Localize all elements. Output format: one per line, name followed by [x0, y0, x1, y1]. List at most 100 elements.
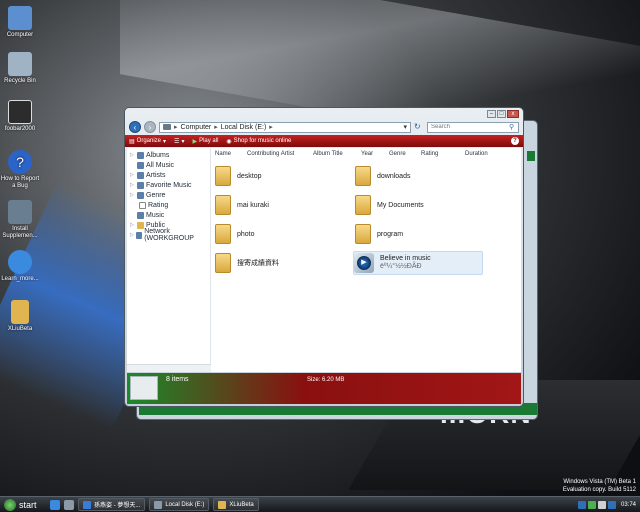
- list-item[interactable]: photo: [215, 222, 345, 246]
- search-input[interactable]: [431, 124, 509, 130]
- nav-item-all-music[interactable]: All Music: [127, 160, 210, 170]
- column-genre[interactable]: Genre: [389, 151, 421, 157]
- column-contributing-artist[interactable]: Contributing Artist: [247, 151, 313, 157]
- desktop-icon-learn-more[interactable]: Learn_more...: [0, 250, 40, 283]
- views-icon: ☰: [174, 138, 180, 145]
- views-button[interactable]: ☰ ▾: [174, 138, 184, 145]
- globe-icon: ◉: [226, 138, 232, 145]
- desktop-icon-label: Learn_more...: [1, 276, 39, 282]
- albums-icon: [137, 151, 144, 159]
- nav-item-network[interactable]: ▷ Network (WORKGROUP: [127, 228, 210, 242]
- windows-logo-icon: [4, 498, 16, 511]
- drive-icon: [163, 124, 171, 130]
- address-dropdown-icon[interactable]: ▾: [403, 123, 407, 131]
- column-duration[interactable]: Duration: [465, 151, 495, 157]
- start-button[interactable]: start: [0, 497, 46, 512]
- expand-icon[interactable]: ▷: [130, 192, 135, 198]
- expand-icon[interactable]: ▷: [130, 172, 135, 178]
- address-bar[interactable]: ▸ Computer ▸ Local Disk (E:) ▸ ▾: [159, 121, 411, 133]
- shop-music-button[interactable]: ◉ Shop for music online: [226, 138, 291, 145]
- folder-icon: [355, 166, 371, 186]
- address-row: ‹ › ▸ Computer ▸ Local Disk (E:) ▸ ▾ ↻ ⚲: [125, 119, 523, 135]
- task-label: XLiuBeta: [229, 501, 254, 508]
- ie-quicklaunch-icon[interactable]: [50, 499, 60, 510]
- back-button[interactable]: ‹: [129, 121, 141, 133]
- desktop-icon-computer[interactable]: Computer: [0, 6, 40, 39]
- chevron-right-icon: ▸: [269, 124, 273, 131]
- column-album-title[interactable]: Album Title: [313, 151, 361, 157]
- column-headers: Name Contributing Artist Album Title Yea…: [213, 148, 521, 160]
- help-icon[interactable]: ?: [511, 137, 519, 145]
- explorer-window[interactable]: – □ x ‹ › ▸ Computer ▸ Local Disk (E:) ▸…: [124, 107, 524, 407]
- show-desktop-icon[interactable]: [64, 499, 74, 510]
- nav-item-music[interactable]: Music: [127, 210, 210, 220]
- desktop-icon-install[interactable]: Install Supplemen...: [0, 200, 40, 240]
- chevron-down-icon: ▾: [181, 138, 185, 145]
- nav-item-genre[interactable]: ▷ Genre: [127, 190, 210, 200]
- desktop-icon-foobar2000[interactable]: foobar2000: [0, 100, 40, 133]
- refresh-icon[interactable]: ↻: [414, 122, 424, 132]
- media-player-icon: [83, 500, 91, 509]
- list-item[interactable]: 搜寄成績資料: [215, 251, 345, 275]
- organize-icon: ▤: [129, 138, 135, 145]
- nav-item-rating[interactable]: Rating: [127, 200, 210, 210]
- taskbar-button-media-player[interactable]: 孫燕姿 - 夢想天...: [78, 498, 146, 511]
- nav-item-label: Favorite Music: [146, 181, 192, 189]
- list-item[interactable]: desktop: [215, 164, 345, 188]
- nav-pane-scrollbar[interactable]: [127, 364, 211, 372]
- list-item[interactable]: program: [355, 222, 485, 246]
- desktop-icon-report-bug[interactable]: ? How to Report a Bug: [0, 150, 40, 190]
- play-all-button[interactable]: ▶ Play all: [192, 138, 218, 145]
- minimize-button[interactable]: –: [487, 110, 496, 118]
- expand-icon[interactable]: ▷: [130, 182, 135, 188]
- clock[interactable]: 03:74: [621, 502, 636, 508]
- taskbar-button-xliubeta[interactable]: XLiuBeta: [213, 498, 259, 511]
- search-icon[interactable]: ⚲: [509, 123, 514, 131]
- column-year[interactable]: Year: [361, 151, 389, 157]
- network-tray-icon[interactable]: [587, 500, 596, 509]
- taskbar-button-local-disk[interactable]: Local Disk (E:): [149, 498, 210, 511]
- list-item[interactable]: My Documents: [355, 193, 485, 217]
- folder-icon: [218, 500, 227, 509]
- organize-button[interactable]: ▤ Organize ▾: [129, 138, 166, 145]
- item-text: Believe in music ëº¼°½½ÐÂÐ: [380, 255, 431, 271]
- item-count: 8 items: [166, 376, 189, 383]
- rating-icon: [139, 201, 146, 209]
- column-name[interactable]: Name: [213, 151, 247, 157]
- forward-button[interactable]: ›: [144, 121, 156, 133]
- expand-icon[interactable]: ▷: [130, 232, 134, 238]
- shop-music-label: Shop for music online: [233, 138, 292, 144]
- volume-icon[interactable]: [597, 500, 606, 509]
- breadcrumb-local-disk[interactable]: Local Disk (E:): [221, 124, 267, 131]
- expand-icon[interactable]: ▷: [130, 222, 135, 228]
- breadcrumb-computer[interactable]: Computer: [181, 124, 212, 131]
- title-bar[interactable]: – □ x: [125, 108, 523, 119]
- background-window-strip: [527, 151, 535, 161]
- item-name: program: [377, 230, 404, 238]
- expand-icon[interactable]: ▷: [130, 152, 135, 158]
- nav-item-albums[interactable]: ▷ Albums: [127, 150, 210, 160]
- nav-item-favorite-music[interactable]: ▷ Favorite Music: [127, 180, 210, 190]
- start-label: start: [19, 499, 37, 510]
- list-item[interactable]: ▶ Believe in music ëº¼°½½ÐÂÐ: [353, 251, 483, 275]
- task-label: 孫燕姿 - 夢想天...: [94, 503, 141, 509]
- nav-item-artists[interactable]: ▷ Artists: [127, 170, 210, 180]
- search-box[interactable]: ⚲: [427, 121, 519, 133]
- list-item[interactable]: mai kuraki: [215, 193, 345, 217]
- recycle-bin-icon: [8, 52, 32, 76]
- system-tray: 03:74: [577, 500, 640, 509]
- play-icon: ▶: [357, 256, 371, 270]
- desktop-icon-xliubeta[interactable]: XLiuBeta: [0, 300, 40, 333]
- computer-icon: [8, 6, 32, 30]
- folder-icon: [11, 300, 29, 324]
- maximize-button[interactable]: □: [497, 110, 506, 118]
- language-icon[interactable]: [577, 500, 586, 509]
- folder-icon: [355, 224, 371, 244]
- close-button[interactable]: x: [507, 110, 519, 118]
- list-item[interactable]: downloads: [355, 164, 485, 188]
- desktop-icon-recycle-bin[interactable]: Recycle Bin: [0, 52, 40, 85]
- column-rating[interactable]: Rating: [421, 151, 465, 157]
- tray-icon[interactable]: [607, 500, 616, 509]
- public-folder-icon: [137, 221, 144, 229]
- item-name: My Documents: [377, 201, 424, 209]
